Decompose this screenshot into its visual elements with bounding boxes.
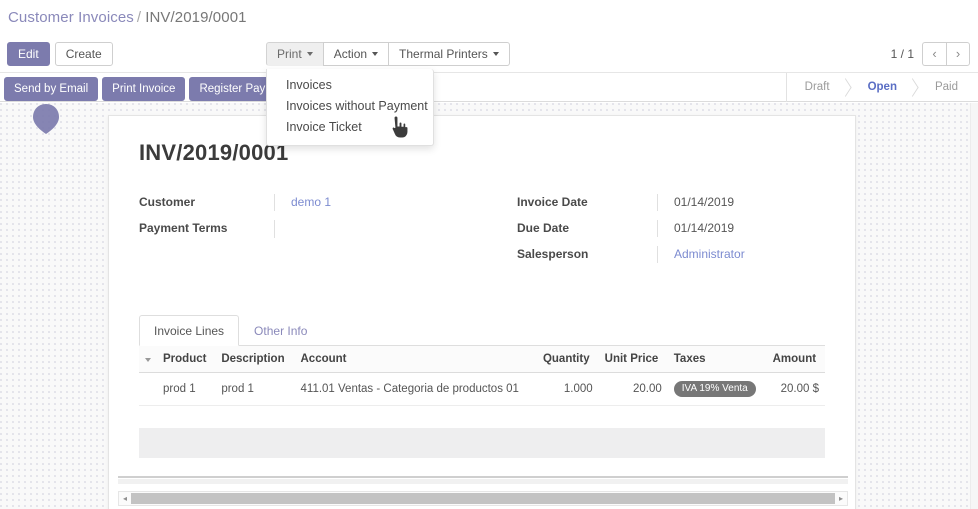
column-account: Account xyxy=(294,346,537,373)
field-salesperson: Salesperson Administrator xyxy=(517,246,825,263)
stage-open-label: Open xyxy=(867,81,897,93)
print-dropdown-button[interactable]: Print xyxy=(266,42,324,66)
cell-taxes: IVA 19% Venta xyxy=(667,372,767,406)
odoo-invoice-form-page: Customer Invoices / INV/2019/0001 Edit Crea… xyxy=(0,0,978,509)
field-customer-label: Customer xyxy=(139,195,196,209)
chevron-down-icon xyxy=(372,51,379,56)
column-unit-price: Unit Price xyxy=(598,346,668,373)
field-invoice-date-value[interactable]: 01/14/2019 xyxy=(657,194,825,211)
menu-item-invoices[interactable]: Invoices xyxy=(267,75,433,96)
tax-tag: IVA 19% Venta xyxy=(673,381,756,397)
print-dropdown-menu: Invoices Invoices without Payment Invoic… xyxy=(266,69,434,146)
stage-paid[interactable]: Paid xyxy=(917,73,978,102)
action-status-bar: Send by Email Print Invoice Register Payme… xyxy=(0,72,978,102)
stage-draft-label: Draft xyxy=(804,81,830,93)
column-amount: Amount xyxy=(766,346,825,373)
column-taxes: Taxes xyxy=(667,346,767,373)
field-payment-terms: Payment Terms xyxy=(139,220,482,238)
field-payment-terms-label: Payment Terms xyxy=(139,221,228,235)
stage-paid-label: Paid xyxy=(934,81,958,93)
page-vertical-scrollbar[interactable] xyxy=(970,103,978,509)
workflow-buttons: Send by Email Print Invoice Register Payme… xyxy=(4,77,305,101)
menu-item-invoice-ticket[interactable]: Invoice Ticket xyxy=(267,117,433,138)
print-action-group: Print Action Thermal Printers xyxy=(266,42,510,66)
table-empty-row xyxy=(139,427,825,458)
breadcrumb-parent-link[interactable]: Customer Invoices xyxy=(8,9,134,26)
field-customer-value[interactable]: demo 1 xyxy=(274,194,482,211)
chevron-down-icon xyxy=(492,51,499,56)
table-bottom-divider-secondary xyxy=(118,479,848,484)
cell-amount: 20.00 $ xyxy=(766,372,825,406)
table-header-row: Product Description Account Quantity Uni… xyxy=(139,346,825,373)
cell-description: prod 1 xyxy=(215,372,295,406)
thermal-printers-label: Thermal Printers xyxy=(399,47,488,61)
pager: 1 / 1 ‹ › xyxy=(891,42,970,66)
cell-account: 411.01 Ventas - Categoria de productos 0… xyxy=(294,372,537,406)
form-left-column: Customer demo 1 Payment Terms xyxy=(139,194,482,272)
scroll-left-arrow-icon[interactable]: ◂ xyxy=(119,494,131,503)
pager-count: 1 / 1 xyxy=(890,47,914,61)
field-payment-terms-value[interactable] xyxy=(274,220,482,238)
column-description: Description xyxy=(215,346,295,373)
row-handle xyxy=(139,372,157,406)
stage-draft[interactable]: Draft xyxy=(787,73,852,102)
chevron-down-icon xyxy=(306,51,313,56)
breadcrumb-separator: / xyxy=(136,9,142,26)
scroll-right-arrow-icon[interactable]: ▸ xyxy=(835,494,847,503)
table-spacer-row xyxy=(139,405,825,428)
notebook: Invoice Lines Other Info Product Descrip… xyxy=(139,314,825,458)
invoice-sheet: INV/2019/0001 Customer demo 1 Payment Te… xyxy=(108,115,856,509)
breadcrumb: Customer Invoices / INV/2019/0001 xyxy=(8,8,247,28)
tab-invoice-lines[interactable]: Invoice Lines xyxy=(139,315,240,346)
edit-button[interactable]: Edit xyxy=(7,42,50,66)
field-salesperson-value[interactable]: Administrator xyxy=(657,246,825,263)
create-button[interactable]: Create xyxy=(54,42,113,66)
page-title: INV/2019/0001 xyxy=(139,140,289,165)
field-due-date-label: Due Date xyxy=(517,221,570,235)
caret-down-icon xyxy=(145,358,151,362)
menu-item-invoices-without-payment[interactable]: Invoices without Payment xyxy=(267,96,433,117)
notebook-tabs: Invoice Lines Other Info xyxy=(139,314,825,346)
stage-open[interactable]: Open xyxy=(850,73,919,102)
invoice-stage-bar: Draft Open Paid xyxy=(785,73,978,102)
pager-previous-button[interactable]: ‹ xyxy=(922,42,946,66)
column-options-toggle[interactable] xyxy=(139,346,157,373)
field-due-date: Due Date 01/14/2019 xyxy=(517,220,825,237)
edit-create-group: Edit Create xyxy=(7,42,118,66)
location-pin-marker-icon xyxy=(33,104,59,134)
table-row[interactable]: prod 1 prod 1 411.01 Ventas - Categoria … xyxy=(139,372,825,406)
thermal-printers-dropdown-button[interactable]: Thermal Printers xyxy=(388,42,510,66)
field-invoice-date: Invoice Date 01/14/2019 xyxy=(517,194,825,211)
table-bottom-divider xyxy=(118,476,848,478)
tab-other-info[interactable]: Other Info xyxy=(239,315,322,346)
horizontal-scrollbar[interactable]: ◂ ▸ xyxy=(118,491,848,506)
breadcrumb-current: INV/2019/0001 xyxy=(145,9,247,26)
invoice-lines-table: Product Description Account Quantity Uni… xyxy=(139,346,825,458)
form-fields: Customer demo 1 Payment Terms Invoice Da… xyxy=(139,194,825,272)
pager-next-button[interactable]: › xyxy=(946,42,970,66)
control-panel: Edit Create Print Action Thermal Printers 1… xyxy=(0,38,978,70)
column-quantity: Quantity xyxy=(536,346,599,373)
cell-product: prod 1 xyxy=(157,372,216,406)
cell-unit-price: 20.00 xyxy=(598,372,668,406)
scrollbar-thumb[interactable] xyxy=(131,493,835,504)
action-button-label: Action xyxy=(333,47,368,61)
field-invoice-date-label: Invoice Date xyxy=(517,195,588,209)
form-right-column: Invoice Date 01/14/2019 Due Date 01/14/2… xyxy=(482,194,825,272)
send-by-email-button[interactable]: Send by Email xyxy=(4,77,99,101)
field-due-date-value[interactable]: 01/14/2019 xyxy=(657,220,825,237)
action-dropdown-button[interactable]: Action xyxy=(322,42,390,66)
cell-quantity: 1.000 xyxy=(536,372,599,406)
print-button-label: Print xyxy=(277,47,302,61)
field-salesperson-label: Salesperson xyxy=(517,247,589,261)
print-invoice-button[interactable]: Print Invoice xyxy=(102,77,186,101)
column-product: Product xyxy=(157,346,216,373)
field-customer: Customer demo 1 xyxy=(139,194,482,211)
